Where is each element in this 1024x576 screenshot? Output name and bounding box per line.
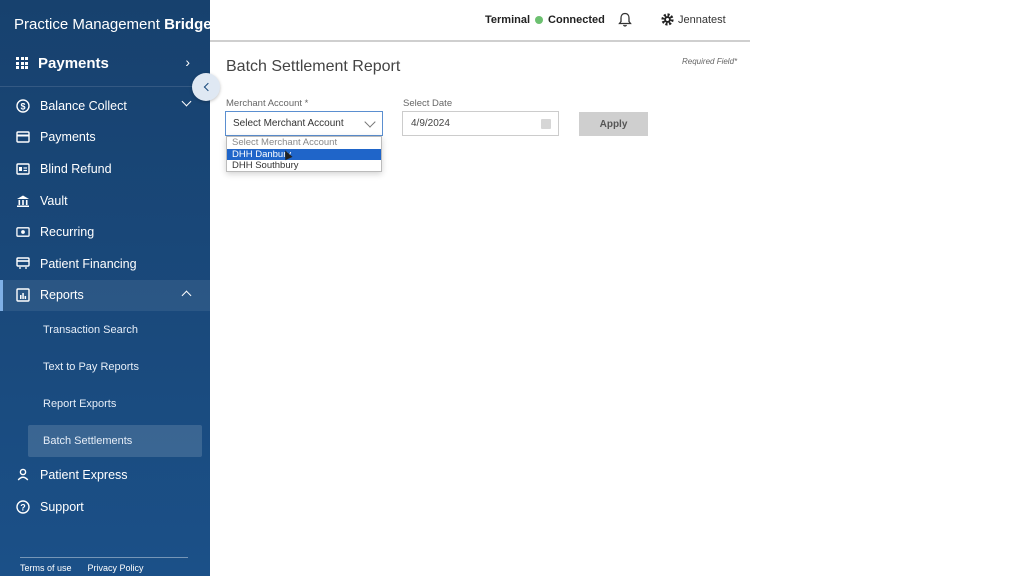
merchant-account-select[interactable]: Select Merchant Account xyxy=(225,111,383,136)
sidebar-item-balance-collect[interactable]: $ Balance Collect xyxy=(0,90,210,122)
app-switcher-label: Payments xyxy=(38,54,109,72)
brand-name-regular: Practice Management xyxy=(14,16,165,33)
chevron-down-icon xyxy=(181,96,192,107)
apply-button[interactable]: Apply xyxy=(579,112,648,136)
merchant-account-dropdown: Select Merchant Account DHH Danbury DHH … xyxy=(226,136,382,172)
terminal-connection-status: Connected xyxy=(548,14,605,26)
merchant-account-label: Merchant Account * xyxy=(226,98,309,109)
chevron-up-icon xyxy=(181,290,192,301)
sidebar-item-label: Reports xyxy=(40,288,84,303)
user-name[interactable]: Jennatest xyxy=(678,14,726,26)
top-bar: Terminal Connected Jennatest xyxy=(210,0,750,42)
sidebar-subitem-text-to-pay-reports[interactable]: Text to Pay Reports xyxy=(0,348,210,385)
refund-receipt-icon xyxy=(16,162,30,176)
brand-name-bold: Bridge xyxy=(164,16,212,33)
person-icon xyxy=(16,468,30,482)
sidebar-item-recurring[interactable]: Recurring xyxy=(0,216,210,248)
merchant-option-dhh-southbury[interactable]: DHH Southbury xyxy=(227,160,381,172)
sidebar-item-label: Balance Collect xyxy=(40,98,127,113)
sidebar-item-label: Vault xyxy=(40,193,68,208)
date-value: 4/9/2024 xyxy=(411,118,450,129)
sidebar-item-support[interactable]: ? Support xyxy=(0,491,210,523)
sidebar-item-blind-refund[interactable]: Blind Refund xyxy=(0,153,210,185)
merchant-account-value: Select Merchant Account xyxy=(233,118,344,129)
app-root: Practice Management Bridge® Payments › $… xyxy=(0,0,1024,576)
page-title: Batch Settlement Report xyxy=(226,58,401,75)
bank-icon xyxy=(16,194,30,208)
merchant-option-dhh-danbury[interactable]: DHH Danbury xyxy=(227,148,381,161)
select-date-label: Select Date xyxy=(403,98,453,109)
sidebar-item-label: Payments xyxy=(40,130,96,145)
sidebar-item-label: Support xyxy=(40,499,84,514)
sidebar-subitem-label: Text to Pay Reports xyxy=(43,360,139,373)
chevron-right-icon: › xyxy=(185,54,190,70)
calendar-icon[interactable] xyxy=(541,119,551,129)
sidebar-divider xyxy=(0,86,210,87)
terms-link[interactable]: Terms of use xyxy=(20,563,72,573)
status-dot-icon xyxy=(535,16,544,24)
sidebar-item-vault[interactable]: Vault xyxy=(0,185,210,217)
privacy-link[interactable]: Privacy Policy xyxy=(88,563,144,573)
sidebar-nav: $ Balance Collect Payments Blind Refund xyxy=(0,90,210,522)
merchant-option-placeholder[interactable]: Select Merchant Account xyxy=(227,137,381,149)
chevron-down-icon xyxy=(364,116,376,128)
bell-icon[interactable] xyxy=(618,12,632,28)
footer-divider xyxy=(20,557,188,558)
date-input[interactable]: 4/9/2024 xyxy=(402,111,559,136)
sidebar: Practice Management Bridge® Payments › $… xyxy=(0,0,217,576)
svg-text:?: ? xyxy=(20,502,26,512)
sidebar-item-label: Recurring xyxy=(40,225,95,240)
sidebar-subitem-batch-settlements[interactable]: Batch Settlements xyxy=(28,425,202,458)
sidebar-footer: Terms of use Privacy Policy xyxy=(20,563,144,573)
sidebar-subitem-label: Transaction Search xyxy=(43,323,138,336)
terminal-status: Terminal Connected xyxy=(485,14,605,26)
svg-text:$: $ xyxy=(20,101,25,111)
sidebar-subitem-label: Report Exports xyxy=(43,397,117,410)
apps-grid-icon xyxy=(16,57,28,69)
sidebar-item-label: Blind Refund xyxy=(40,161,112,176)
sidebar-subitem-transaction-search[interactable]: Transaction Search xyxy=(0,311,210,348)
sidebar-item-payments[interactable]: Payments xyxy=(0,122,210,154)
dollar-circle-icon: $ xyxy=(16,99,30,113)
sidebar-item-label: Patient Express xyxy=(40,467,128,482)
sidebar-subitem-report-exports[interactable]: Report Exports xyxy=(0,385,210,422)
required-field-note: Required Field* xyxy=(682,57,738,66)
brand-logo: Practice Management Bridge® xyxy=(14,16,217,33)
financing-card-icon xyxy=(16,257,30,271)
help-circle-icon: ? xyxy=(16,499,30,514)
sidebar-item-patient-financing[interactable]: Patient Financing xyxy=(0,248,210,280)
terminal-label: Terminal xyxy=(485,14,531,26)
chevron-left-icon xyxy=(203,82,212,92)
sidebar-collapse-button[interactable] xyxy=(192,73,220,101)
sidebar-item-reports[interactable]: Reports xyxy=(0,279,210,312)
sidebar-item-label: Patient Financing xyxy=(40,256,137,271)
bar-chart-icon xyxy=(16,288,30,303)
sidebar-subitem-label: Batch Settlements xyxy=(43,435,133,448)
app-switcher[interactable]: Payments › xyxy=(0,42,210,84)
cash-icon xyxy=(16,225,30,239)
sidebar-item-patient-express[interactable]: Patient Express xyxy=(0,459,210,491)
credit-card-icon xyxy=(16,130,30,144)
gear-icon[interactable] xyxy=(660,12,675,27)
